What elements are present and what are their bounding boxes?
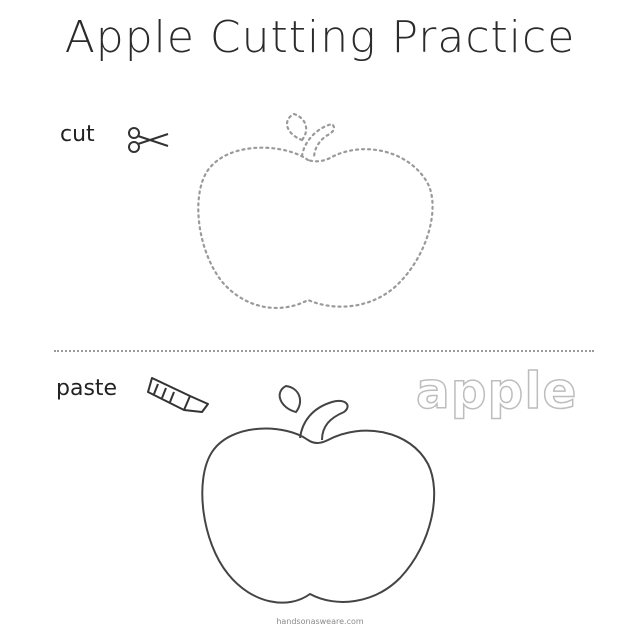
apple-paste-outline (201, 384, 436, 604)
section-divider (54, 350, 594, 352)
apple-cut-outline (197, 112, 434, 310)
site-footer: handsonasweare.com (276, 617, 364, 626)
cut-label: cut (60, 122, 95, 147)
page-title: Apple Cutting Practice (64, 12, 576, 63)
worksheet-page: Apple Cutting Practice cut paste apple h… (0, 0, 640, 640)
scissors-icon (128, 127, 169, 153)
paste-label: paste (56, 376, 118, 401)
